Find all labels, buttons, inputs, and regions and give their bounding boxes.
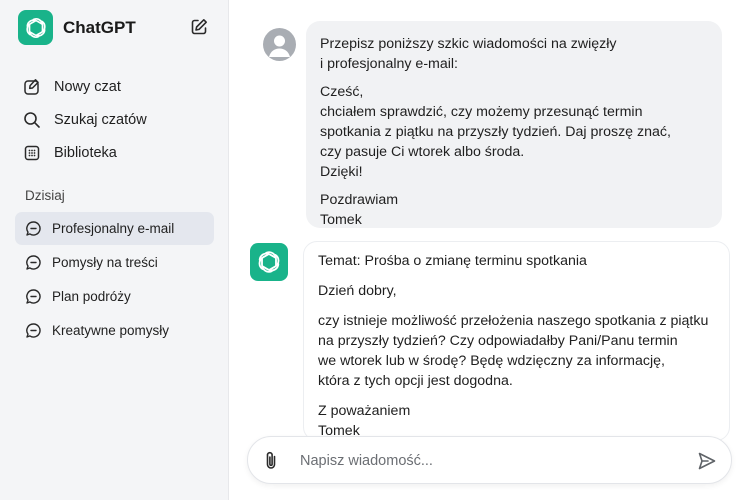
search-icon <box>22 110 42 130</box>
user-avatar <box>263 28 296 61</box>
brand[interactable]: ChatGPT <box>18 10 136 45</box>
history-item-travel-plan[interactable]: Plan podróży <box>15 280 214 313</box>
chat-main: Przepisz poniższy szkic wiadomości na zw… <box>229 0 756 500</box>
sidebar-item-library[interactable]: Biblioteka <box>22 136 212 169</box>
message-composer <box>247 436 732 484</box>
edit-new-chat-icon[interactable] <box>189 17 209 37</box>
history-item-content-ideas[interactable]: Pomysły na treści <box>15 246 214 279</box>
sidebar-item-label: Szukaj czatów <box>54 111 147 128</box>
user-message-line: Pozdrawiam <box>320 192 399 208</box>
chat-bubble-icon <box>24 288 42 306</box>
history-section-label: Dzisiaj <box>25 188 65 203</box>
assistant-message-line: Dzień dobry, <box>318 283 397 299</box>
assistant-avatar-icon <box>250 243 288 281</box>
new-chat-icon <box>22 77 42 97</box>
sidebar-item-label: Nowy czat <box>54 78 121 95</box>
app-window: ChatGPT Nowy czat Szukaj czatów Bibliote… <box>0 0 756 500</box>
user-message-line: i profesjonalny e-mail: <box>320 56 458 72</box>
assistant-message: Temat: Prośba o zmianę terminu spotkania… <box>303 241 730 441</box>
send-icon[interactable] <box>696 450 718 472</box>
assistant-message-subject: Temat: Prośba o zmianę terminu spotkania <box>318 253 587 269</box>
user-message-line: chciałem sprawdzić, czy możemy przesunąć… <box>320 104 643 120</box>
library-icon <box>22 143 42 163</box>
paperclip-icon[interactable] <box>260 450 282 472</box>
user-message-line: Przepisz poniższy szkic wiadomości na zw… <box>320 36 617 52</box>
assistant-message-line: Z poważaniem <box>318 403 411 419</box>
history-item-label: Kreatywne pomysły <box>52 323 170 338</box>
history-item-label: Plan podróży <box>52 289 131 304</box>
assistant-message-line: czy istnieje możliwość przełożenia nasze… <box>318 313 709 329</box>
user-message-line: czy pasuje Ci wtorek albo środa. <box>320 144 525 160</box>
sidebar-nav: Nowy czat Szukaj czatów Biblioteka <box>22 70 212 169</box>
sidebar-item-new-chat[interactable]: Nowy czat <box>22 70 212 103</box>
chat-bubble-icon <box>24 322 42 340</box>
history-item-professional-email[interactable]: Profesjonalny e-mail <box>15 212 214 245</box>
chatgpt-logo-icon <box>18 10 53 45</box>
chat-history-list: Profesjonalny e-mail Pomysły na treści P… <box>15 212 214 348</box>
chat-bubble-icon <box>24 220 42 238</box>
history-item-creative-ideas[interactable]: Kreatywne pomysły <box>15 314 214 347</box>
history-item-label: Profesjonalny e-mail <box>52 221 175 236</box>
chat-bubble-icon <box>24 254 42 272</box>
user-message-line: spotkania z piątku na przyszły tydzień. … <box>320 124 671 140</box>
assistant-message-line: we wtorek lub w środę? Będę wdzięczny za… <box>318 353 665 369</box>
assistant-message-line: na przyszły tydzień? Czy odpowiadałby Pa… <box>318 333 678 349</box>
sidebar-item-label: Biblioteka <box>54 144 117 161</box>
user-message: Przepisz poniższy szkic wiadomości na zw… <box>306 21 722 228</box>
assistant-message-line: która z tych opcji jest dogodna. <box>318 373 513 389</box>
message-input[interactable] <box>300 449 680 473</box>
user-message-line: Tomek <box>320 212 362 228</box>
user-message-line: Cześć, <box>320 84 364 100</box>
history-item-label: Pomysły na treści <box>52 255 158 270</box>
assistant-message-paragraph: czy istnieje możliwość przełożenia nasze… <box>318 311 715 391</box>
app-name: ChatGPT <box>63 17 136 37</box>
user-message-line: Dzięki! <box>320 164 363 180</box>
sidebar: ChatGPT Nowy czat Szukaj czatów Bibliote… <box>0 0 229 500</box>
sidebar-item-search[interactable]: Szukaj czatów <box>22 103 212 136</box>
